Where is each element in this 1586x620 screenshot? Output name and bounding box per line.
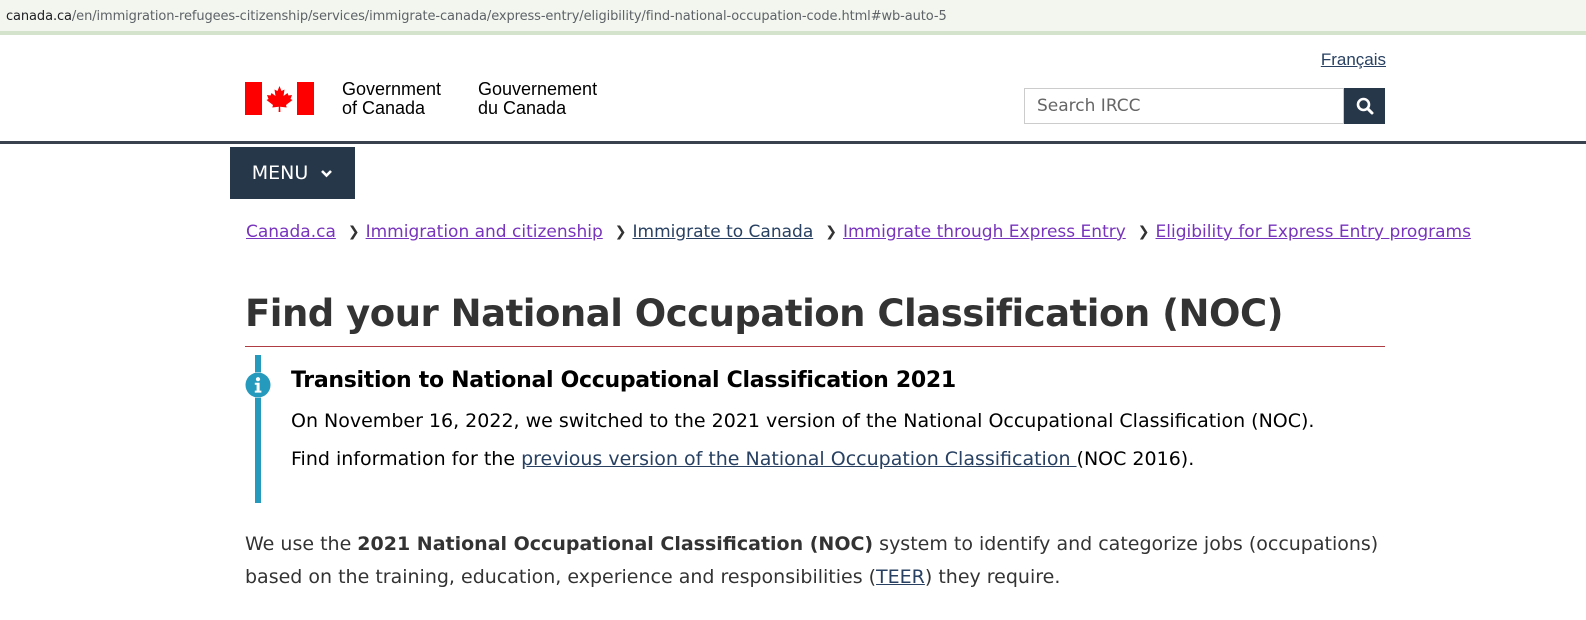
menu-label: MENU: [251, 162, 309, 184]
chevron-down-icon: [321, 169, 333, 177]
url-host: canada.ca: [6, 9, 72, 24]
breadcrumb-link-immigrate-canada[interactable]: Immigrate to Canada: [633, 222, 814, 242]
signature-en-line1: Government: [342, 79, 442, 99]
breadcrumb-link-eligibility[interactable]: Eligibility for Express Entry programs: [1156, 222, 1471, 242]
teer-link[interactable]: TEER: [876, 566, 925, 588]
signature-french[interactable]: Gouvernement du Canada: [478, 80, 597, 118]
breadcrumb-link-canada[interactable]: Canada.ca: [246, 222, 336, 242]
alert-line-2-prefix: Find information for the: [291, 448, 522, 470]
signature-en-line2: of Canada: [342, 98, 426, 118]
url-path: /en/immigration-refugees-citizenship/ser…: [71, 9, 947, 24]
url-text[interactable]: canada.ca/en/immigration-refugees-citize…: [6, 9, 947, 24]
alert-heading: Transition to National Occupational Clas…: [291, 368, 956, 393]
signature-fr-line1: Gouvernement: [478, 79, 598, 99]
intro-prefix: We use the: [245, 533, 358, 555]
search-input[interactable]: [1025, 89, 1343, 123]
breadcrumb-link-immigration-citizenship[interactable]: Immigration and citizenship: [366, 222, 603, 242]
browser-address-bar[interactable]: canada.ca/en/immigration-refugees-citize…: [0, 0, 1586, 35]
signature-english[interactable]: Government of Canada: [342, 80, 441, 118]
breadcrumb-separator-icon: ❯: [825, 224, 837, 240]
intro-suffix: ) they require.: [924, 566, 1061, 588]
breadcrumb: Canada.ca ❯ Immigration and citizenship …: [246, 222, 1471, 242]
breadcrumb-separator-icon: ❯: [614, 224, 627, 240]
info-icon: [245, 372, 271, 398]
page-title: Find your National Occupation Classifica…: [245, 292, 1284, 335]
search-button[interactable]: [1344, 88, 1385, 124]
breadcrumb-separator-icon: ❯: [1137, 224, 1150, 240]
breadcrumb-separator-icon: ❯: [347, 224, 360, 240]
alert-line-1: On November 16, 2022, we switched to the…: [291, 410, 1315, 432]
alert-line-2-suffix: (NOC 2016).: [1076, 448, 1195, 470]
language-toggle-link[interactable]: Français: [1321, 50, 1386, 70]
intro-paragraph: We use the 2021 National Occupational Cl…: [245, 528, 1385, 594]
search-field[interactable]: [1024, 88, 1344, 124]
signature-fr-line2: du Canada: [478, 98, 567, 118]
menu-button[interactable]: MENU: [230, 147, 355, 199]
alert-line-2: Find information for the previous versio…: [291, 448, 1194, 470]
breadcrumb-link-express-entry[interactable]: Immigrate through Express Entry: [843, 222, 1126, 242]
title-divider: [245, 346, 1385, 347]
previous-noc-version-link[interactable]: previous version of the National Occupat…: [521, 448, 1076, 470]
search-icon: [1356, 97, 1373, 115]
intro-bold-noc: 2021 National Occupational Classificatio…: [357, 533, 874, 555]
canada-flag-logo[interactable]: [245, 82, 314, 115]
